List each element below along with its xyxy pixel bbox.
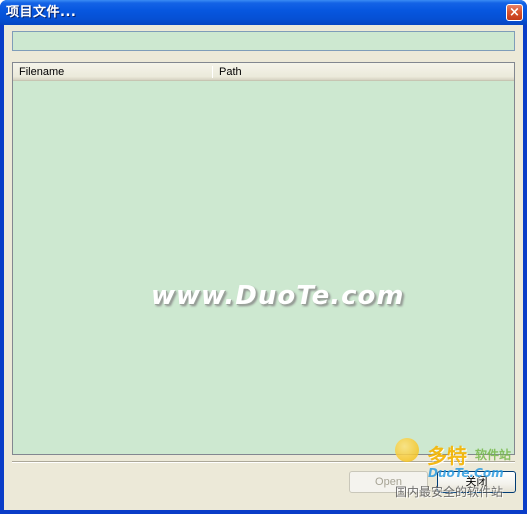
title-bar[interactable]: 项目文件... × (0, 0, 527, 25)
brand-title: 多特 (427, 444, 467, 468)
brand-logo-icon (395, 438, 419, 462)
project-files-dialog: 项目文件... × Filename Path www.DuoTe.com Op… (0, 0, 527, 514)
path-field[interactable] (12, 31, 515, 51)
brand-watermark: 多特 软件站 DuoTe.Com 国内最安全的软件站 (385, 410, 520, 500)
brand-slogan: 国内最安全的软件站 (395, 485, 504, 499)
list-header: Filename Path (13, 63, 514, 81)
file-list[interactable]: Filename Path www.DuoTe.com (12, 62, 515, 455)
window-title: 项目文件... (6, 5, 77, 20)
watermark-center: www.DuoTe.com (151, 281, 405, 311)
column-divider[interactable] (212, 66, 213, 78)
close-icon[interactable]: × (506, 4, 523, 21)
column-header-filename[interactable]: Filename (19, 63, 209, 81)
brand-subtitle: 软件站 (475, 448, 512, 462)
brand-url: DuoTe.Com (428, 466, 504, 480)
column-header-path[interactable]: Path (219, 63, 499, 81)
